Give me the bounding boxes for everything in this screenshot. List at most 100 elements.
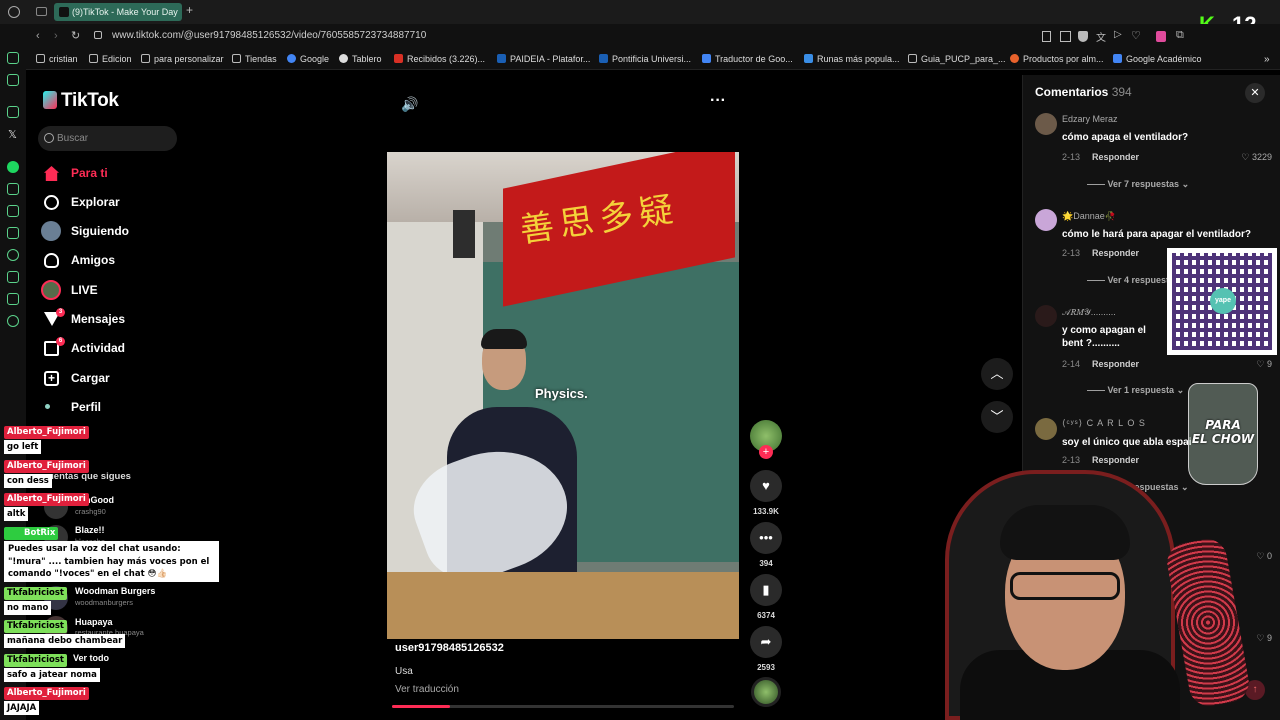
tab-tiktok[interactable]: (9)TikTok - Make Your Day bbox=[54, 3, 182, 21]
video-description: Usa bbox=[395, 666, 413, 677]
bookmark-item[interactable]: para personalizar bbox=[141, 54, 224, 64]
like-button[interactable]: ♥ bbox=[750, 470, 782, 502]
x-icon[interactable]: 𝕏 bbox=[8, 128, 17, 141]
heart-icon[interactable]: ♡ bbox=[1131, 29, 1141, 42]
comment-user[interactable]: Edzary Meraz bbox=[1062, 114, 1118, 124]
previous-video-button[interactable]: ︿ bbox=[981, 358, 1013, 390]
video-frame-desk bbox=[387, 572, 739, 639]
share-button[interactable]: ➦ bbox=[750, 626, 782, 658]
url-field[interactable]: www.tiktok.com/@user91798485126532/video… bbox=[112, 30, 426, 41]
lock-icon[interactable] bbox=[94, 31, 102, 39]
reply-button[interactable]: Responder bbox=[1092, 359, 1139, 369]
view-replies[interactable]: —— Ver 1 respuesta ⌄ bbox=[1087, 385, 1184, 396]
volume-icon[interactable]: 🔊 bbox=[401, 96, 418, 113]
bookmark-page-icon[interactable] bbox=[1042, 31, 1051, 42]
reload-icon[interactable]: ↻ bbox=[71, 29, 80, 42]
nav-explorar[interactable]: Explorar bbox=[44, 189, 224, 215]
sidebar-app-icon[interactable] bbox=[7, 183, 19, 195]
bookmark-item[interactable]: Guia_PUCP_para_... bbox=[908, 54, 1006, 64]
more-options-icon[interactable]: ··· bbox=[710, 92, 726, 110]
view-replies[interactable]: —— Ver 7 respuestas ⌄ bbox=[1087, 179, 1189, 190]
sidebar-app-icon[interactable] bbox=[7, 74, 19, 86]
comment-likes[interactable]: ♡ 3229 bbox=[1241, 152, 1272, 163]
bookmark-item[interactable]: Productos por alm... bbox=[1010, 54, 1104, 64]
music-disc[interactable] bbox=[751, 677, 781, 707]
chat-message: go left bbox=[4, 440, 42, 454]
save-button[interactable]: ▮ bbox=[750, 574, 782, 606]
search-input[interactable]: Buscar bbox=[38, 126, 177, 151]
bookmark-item[interactable]: Pontificia Universi... bbox=[599, 54, 691, 64]
video-player[interactable]: 善思多疑 Physics. bbox=[387, 152, 739, 639]
comment-likes[interactable]: ♡ 0 bbox=[1256, 551, 1272, 562]
bookmark-item[interactable]: Google Académico bbox=[1113, 54, 1202, 64]
following-name[interactable]: Blaze!! bbox=[75, 525, 105, 535]
next-video-button[interactable]: ﹀ bbox=[981, 401, 1013, 433]
comment-likes[interactable]: ♡ 9 bbox=[1256, 359, 1272, 370]
nav-para-ti[interactable]: Para ti bbox=[44, 160, 224, 186]
bookmark-icon: ▮ bbox=[762, 582, 770, 597]
video-author[interactable]: user91798485126532 bbox=[395, 642, 504, 654]
nav-cargar[interactable]: + Cargar bbox=[44, 365, 224, 391]
following-name[interactable]: Huapaya bbox=[75, 617, 113, 627]
twitch-icon[interactable] bbox=[7, 106, 19, 118]
screenshot-icon[interactable] bbox=[1060, 31, 1071, 42]
tiktok-logo[interactable]: TikTok bbox=[43, 90, 119, 112]
reply-button[interactable]: Responder bbox=[1092, 248, 1139, 258]
chat-message: JAJAJA bbox=[4, 701, 40, 715]
tab-overview-icon[interactable] bbox=[36, 7, 47, 16]
nav-amigos[interactable]: Amigos bbox=[44, 247, 224, 273]
bookmark-item[interactable]: Recibidos (3.226)... bbox=[394, 54, 485, 64]
sidebar-app-icon[interactable] bbox=[7, 205, 19, 217]
history-icon[interactable] bbox=[7, 249, 19, 261]
reply-button[interactable]: Responder bbox=[1092, 152, 1139, 162]
nav-perfil[interactable]: Perfil bbox=[44, 394, 224, 420]
avatar[interactable] bbox=[1035, 418, 1057, 440]
close-icon[interactable]: ✕ bbox=[1245, 83, 1265, 103]
bookmark-item[interactable]: Traductor de Goo... bbox=[702, 54, 793, 64]
nav-mensajes[interactable]: 3 Mensajes bbox=[44, 306, 224, 332]
video-progress-bar[interactable] bbox=[392, 705, 734, 708]
reply-button[interactable]: Responder bbox=[1092, 455, 1139, 465]
following-name[interactable]: Woodman Burgers bbox=[75, 586, 155, 596]
sidebar-app-icon[interactable] bbox=[7, 52, 19, 64]
bookmark-item[interactable]: Runas más popula... bbox=[804, 54, 900, 64]
comment-likes[interactable]: ♡ 9 bbox=[1256, 633, 1272, 644]
nav-live[interactable]: LIVE bbox=[41, 277, 224, 303]
follow-plus-icon[interactable]: + bbox=[759, 445, 773, 459]
bookmark-item[interactable]: PAIDEIA - Platafor... bbox=[497, 54, 590, 64]
folder-icon bbox=[141, 54, 150, 63]
browser-logo-icon[interactable] bbox=[8, 6, 20, 18]
extensions-puzzle-icon[interactable]: ⧉ bbox=[1176, 29, 1184, 42]
comment-user[interactable]: 𝒜𝑅𝑀𝒴.......... bbox=[1062, 307, 1116, 318]
forward-icon[interactable]: › bbox=[54, 30, 58, 42]
play-icon[interactable]: ▷ bbox=[1114, 29, 1122, 40]
translate-icon[interactable]: 文 bbox=[1096, 29, 1106, 44]
comment-user[interactable]: 🌟Dannae🥀 bbox=[1062, 211, 1116, 222]
extension-icon[interactable] bbox=[1156, 31, 1166, 42]
view-replies[interactable]: —— Ver 4 respuestas bbox=[1087, 275, 1179, 285]
avatar[interactable] bbox=[1035, 113, 1057, 135]
spotify-icon[interactable] bbox=[7, 161, 19, 173]
bookmarks-overflow-icon[interactable]: » bbox=[1264, 54, 1270, 65]
bookmark-item[interactable]: Edicion bbox=[89, 54, 132, 64]
bookmark-item[interactable]: Google bbox=[287, 54, 329, 64]
settings-icon[interactable] bbox=[7, 315, 19, 327]
avatar[interactable] bbox=[1035, 209, 1057, 231]
back-icon[interactable]: ‹ bbox=[36, 30, 40, 42]
new-tab-icon[interactable]: + bbox=[186, 3, 193, 17]
google-icon bbox=[287, 54, 296, 63]
comment-user[interactable]: ⟨ᶜʸˢ⟩ C A R L O S bbox=[1062, 418, 1146, 429]
comment-button[interactable]: ••• bbox=[750, 522, 782, 554]
sidebar-app-icon[interactable] bbox=[7, 293, 19, 305]
avatar[interactable] bbox=[1035, 305, 1057, 327]
bookmark-item[interactable]: Tablero bbox=[339, 54, 382, 64]
download-icon[interactable] bbox=[7, 271, 19, 283]
bookmark-item[interactable]: Tiendas bbox=[232, 54, 277, 64]
sidebar-app-icon[interactable] bbox=[7, 227, 19, 239]
bookmark-item[interactable]: cristian bbox=[36, 54, 78, 64]
shield-icon[interactable] bbox=[1078, 31, 1088, 42]
translate-link[interactable]: Ver traducción bbox=[395, 684, 459, 695]
nav-actividad[interactable]: 6 Actividad bbox=[44, 335, 224, 361]
nav-siguiendo[interactable]: Siguiendo bbox=[41, 218, 224, 244]
see-all-link[interactable]: Ver todo bbox=[73, 653, 109, 663]
